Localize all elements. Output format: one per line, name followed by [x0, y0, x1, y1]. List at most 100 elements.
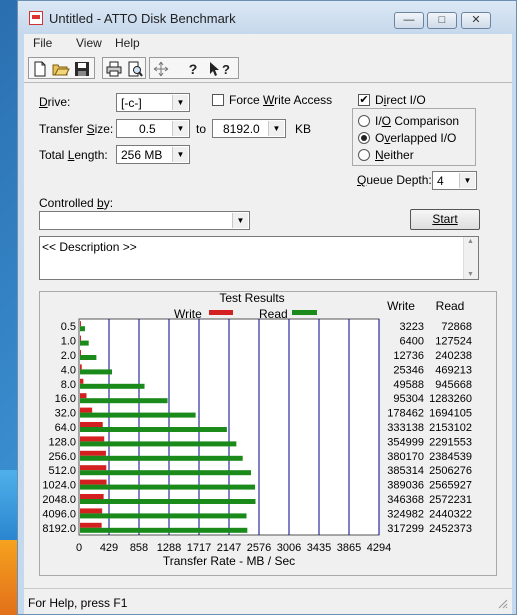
read-bar — [80, 455, 243, 461]
controlled-by-label: Controlled by: — [39, 196, 114, 210]
neither-radio[interactable] — [358, 149, 370, 161]
chevron-down-icon: ▼ — [172, 121, 188, 136]
x-tick-label: 3006 — [277, 542, 301, 554]
overlapped-io-label: Overlapped I/O — [375, 131, 457, 145]
force-write-checkbox[interactable] — [212, 94, 224, 106]
read-value: 2506276 — [429, 465, 472, 477]
description-scrollbar[interactable]: ▲ ▼ — [463, 237, 478, 279]
y-category-label: 64.0 — [55, 422, 76, 434]
force-write-label: Force Write Access — [229, 93, 333, 107]
write-value: 95304 — [393, 393, 424, 405]
status-text: For Help, press F1 — [28, 596, 128, 610]
minimize-button[interactable]: — — [394, 12, 424, 29]
drive-select[interactable]: [-c-] ▼ — [116, 93, 190, 112]
write-bar — [80, 436, 105, 442]
write-value: 389036 — [387, 480, 424, 492]
y-category-label: 2048.0 — [42, 494, 76, 506]
write-bar — [80, 508, 103, 514]
menu-help[interactable]: Help — [115, 36, 140, 50]
transfer-size-to-select[interactable]: 8192.0 ▼ — [212, 119, 286, 138]
x-tick-label: 429 — [100, 542, 118, 554]
read-value: 1283260 — [429, 393, 472, 405]
read-bar — [80, 369, 113, 375]
total-length-select[interactable]: 256 MB ▼ — [116, 145, 190, 164]
overlapped-io-radio[interactable] — [358, 132, 370, 144]
read-value: 2440322 — [429, 508, 472, 520]
read-value: 2153102 — [429, 422, 472, 434]
y-category-label: 512.0 — [48, 465, 76, 477]
title-bar[interactable]: Untitled - ATTO Disk Benchmark — □ ✕ — [18, 1, 516, 34]
read-value: 2384539 — [429, 451, 472, 463]
close-button[interactable]: ✕ — [461, 12, 491, 29]
print-preview-icon[interactable] — [125, 60, 145, 77]
read-bar — [80, 355, 97, 360]
transfer-from-value: 0.5 — [139, 122, 156, 136]
y-category-label: 8192.0 — [42, 523, 76, 535]
write-bar — [80, 450, 106, 456]
move-icon[interactable] — [151, 60, 171, 77]
table-header-write: Write — [387, 299, 415, 313]
help-icon[interactable]: ? — [183, 60, 203, 77]
atto-app-icon — [29, 11, 43, 25]
transfer-size-from-select[interactable]: 0.5 ▼ — [116, 119, 190, 138]
write-bar — [80, 378, 84, 384]
menu-bar: File View Help — [24, 34, 512, 54]
direct-io-checkbox[interactable]: ✔ — [358, 94, 370, 106]
context-help-icon[interactable]: ? — [207, 60, 233, 77]
controlled-by-select[interactable]: ▼ — [39, 211, 250, 230]
read-bar — [80, 427, 227, 432]
write-value: 324982 — [387, 508, 424, 520]
x-tick-label: 4294 — [367, 542, 391, 554]
save-icon[interactable] — [72, 60, 92, 77]
read-bar — [80, 412, 196, 418]
read-value: 1694105 — [429, 408, 472, 420]
write-value: 49588 — [393, 379, 424, 391]
write-bar — [80, 479, 107, 485]
x-tick-label: 858 — [130, 542, 148, 554]
open-icon[interactable] — [51, 60, 71, 77]
write-value: 354999 — [387, 436, 424, 448]
to-label: to — [196, 122, 207, 136]
write-value: 385314 — [387, 465, 424, 477]
svg-text:?: ? — [222, 62, 230, 77]
total-length-label: Total Length: — [39, 148, 108, 162]
read-value: 240238 — [435, 350, 472, 362]
write-bar — [80, 321, 81, 327]
chevron-down-icon: ▼ — [172, 147, 188, 162]
y-category-label: 4.0 — [61, 364, 76, 376]
scroll-down-icon[interactable]: ▼ — [467, 271, 474, 278]
main-panel: Drive: [-c-] ▼ Force Write Access ✔ Dire… — [24, 83, 512, 588]
table-header-read: Read — [436, 299, 465, 313]
results-chart-svg: Test Results Write Read 0 429 858 1288 1717 2147… — [42, 292, 472, 568]
total-length-value: 256 MB — [121, 148, 163, 162]
maximize-button[interactable]: □ — [427, 12, 457, 29]
direct-io-label: Direct I/O — [375, 93, 426, 107]
write-value: 346368 — [387, 494, 424, 506]
resize-grip-icon[interactable] — [496, 597, 508, 609]
write-value: 178462 — [387, 408, 424, 420]
toolbar-print-group — [102, 57, 146, 79]
read-value: 127524 — [435, 336, 472, 348]
x-axis-label: Transfer Rate - MB / Sec — [163, 554, 295, 568]
menu-view[interactable]: View — [76, 36, 102, 50]
legend-read-swatch — [292, 310, 317, 315]
io-comparison-radio[interactable] — [358, 115, 370, 127]
read-value: 469213 — [435, 364, 472, 376]
start-button[interactable]: Start — [410, 209, 480, 230]
scroll-up-icon[interactable]: ▲ — [467, 238, 474, 245]
new-icon[interactable] — [30, 60, 50, 77]
status-bar: For Help, press F1 — [24, 588, 512, 614]
read-bar — [80, 527, 248, 533]
io-comparison-label: I/O Comparison — [375, 114, 460, 128]
read-bar — [80, 499, 256, 504]
read-bar — [80, 470, 251, 476]
menu-file[interactable]: File — [33, 36, 52, 50]
print-icon[interactable] — [104, 60, 124, 77]
queue-depth-select[interactable]: 4 ▼ — [432, 171, 477, 190]
write-bar — [80, 422, 103, 427]
description-text: << Description >> — [42, 240, 137, 254]
y-category-label: 128.0 — [48, 436, 76, 448]
read-bar — [80, 340, 89, 346]
description-box[interactable]: << Description >> ▲ ▼ — [39, 236, 479, 280]
write-bar — [80, 364, 82, 370]
